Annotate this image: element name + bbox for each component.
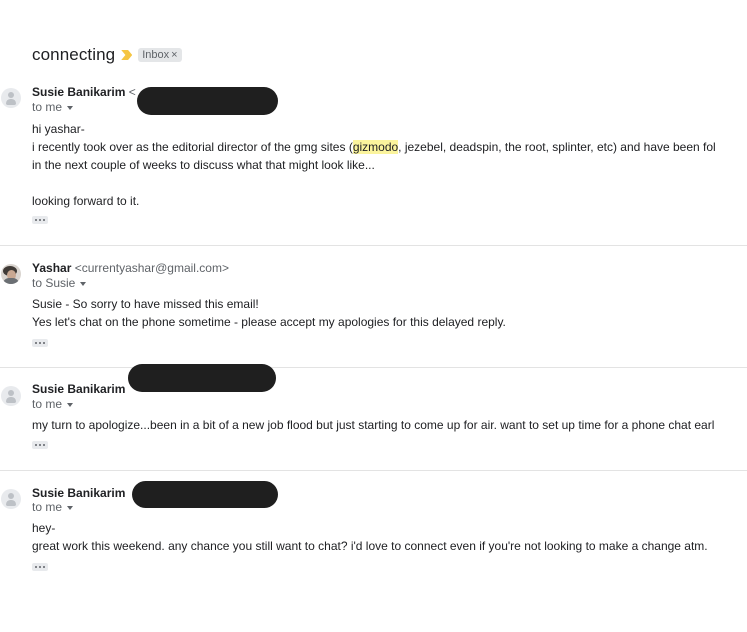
thread-subject: connecting xyxy=(32,45,116,64)
chevron-down-icon[interactable] xyxy=(67,505,74,510)
ellipsis-icon[interactable] xyxy=(32,339,48,347)
sender-line[interactable]: Susie Banikarim < xyxy=(32,85,136,99)
sender-email: <currentyashar@gmail.com> xyxy=(74,261,229,275)
redaction-bar xyxy=(137,87,278,115)
ellipsis-icon[interactable] xyxy=(32,441,48,449)
message-divider xyxy=(0,470,747,471)
redaction-bar xyxy=(128,364,276,392)
sender-name: Susie Banikarim xyxy=(32,85,126,99)
recipient-line[interactable]: to me xyxy=(32,100,74,114)
sender-name: Susie Banikarim xyxy=(32,486,126,500)
person-icon[interactable] xyxy=(1,88,21,108)
person-icon[interactable] xyxy=(1,489,21,509)
inbox-label-text: Inbox xyxy=(142,49,170,61)
body-line: my turn to apologize...been in a bit of … xyxy=(32,418,715,432)
ellipsis-icon[interactable] xyxy=(32,563,48,571)
body-line: great work this weekend. any chance you … xyxy=(32,539,708,553)
importance-marker-icon[interactable] xyxy=(121,50,133,60)
recipient-text: to me xyxy=(32,100,63,114)
body-line: hi yashar- xyxy=(32,122,85,136)
recipient-line[interactable]: to me xyxy=(32,500,74,514)
highlighted-term: gizmodo xyxy=(352,140,399,154)
body-line: i recently took over as the editorial di… xyxy=(32,140,716,154)
ellipsis-icon[interactable] xyxy=(32,216,48,224)
person-icon[interactable] xyxy=(1,386,21,406)
body-line: hey- xyxy=(32,521,56,535)
chevron-down-icon[interactable] xyxy=(67,402,74,407)
chevron-down-icon[interactable] xyxy=(67,105,74,110)
avatar[interactable] xyxy=(1,264,21,284)
recipient-line[interactable]: to Susie xyxy=(32,276,87,290)
remove-label-icon[interactable]: × xyxy=(171,49,177,61)
body-line: in the next couple of weeks to discuss w… xyxy=(32,158,375,172)
sender-email: < xyxy=(128,85,136,99)
chevron-down-icon[interactable] xyxy=(80,281,87,286)
inbox-label-chip[interactable]: Inbox × xyxy=(138,48,182,62)
recipient-text: to me xyxy=(32,500,63,514)
recipient-text: to Susie xyxy=(32,276,76,290)
sender-name: Susie Banikarim xyxy=(32,382,126,396)
thread-header: connecting Inbox × xyxy=(32,44,182,66)
redaction-bar xyxy=(132,481,278,508)
body-line: looking forward to it. xyxy=(32,194,140,208)
sender-line[interactable]: Susie Banikarim xyxy=(32,382,125,396)
sender-line[interactable]: Susie Banikarim xyxy=(32,486,125,500)
body-line: Susie - So sorry to have missed this ema… xyxy=(32,297,259,311)
recipient-line[interactable]: to me xyxy=(32,397,74,411)
recipient-text: to me xyxy=(32,397,63,411)
body-line: Yes let's chat on the phone sometime - p… xyxy=(32,315,506,329)
sender-line[interactable]: Yashar <currentyashar@gmail.com> xyxy=(32,261,229,275)
sender-name: Yashar xyxy=(32,261,72,275)
message-divider xyxy=(0,245,747,246)
message-divider xyxy=(0,367,747,368)
